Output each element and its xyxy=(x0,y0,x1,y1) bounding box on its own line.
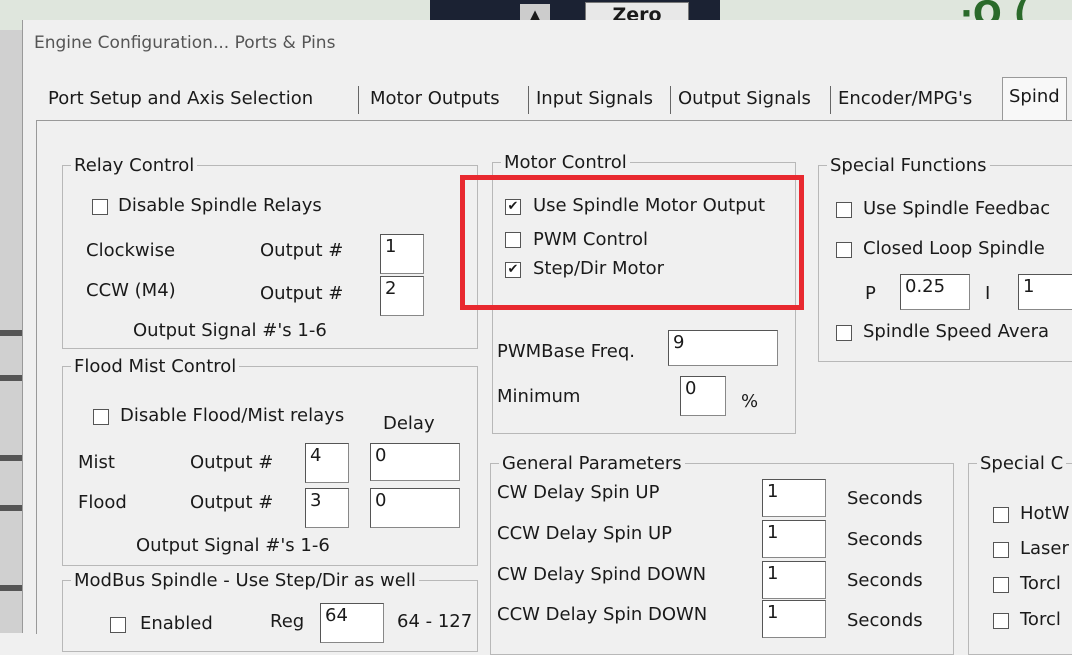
ccw-output-field[interactable]: 2 xyxy=(380,276,424,316)
tab-separator xyxy=(528,86,529,114)
flood-delay-field[interactable]: 0 xyxy=(370,488,460,528)
mist-output-label: Output # xyxy=(190,452,274,473)
minimum-field[interactable]: 0 xyxy=(680,376,726,416)
flood-output-field[interactable]: 3 xyxy=(305,488,349,528)
cw-output-label: Output # xyxy=(260,240,344,261)
clockwise-label: Clockwise xyxy=(86,240,176,261)
general-row-label: CCW Delay Spin UP xyxy=(497,523,673,544)
modbus-enabled-checkbox[interactable] xyxy=(110,617,126,633)
flood-output-label: Output # xyxy=(190,492,274,513)
background-stripe xyxy=(0,330,22,336)
relay-output-note: Output Signal #'s 1-6 xyxy=(133,320,327,341)
modbus-enabled-label: Enabled xyxy=(140,613,213,634)
tab-strip: Port Setup and Axis Selection Motor Outp… xyxy=(36,77,1072,120)
general-row-field[interactable]: 1 xyxy=(762,600,826,638)
percent-label: % xyxy=(741,391,759,412)
modbus-reg-label: Reg xyxy=(270,611,305,632)
special-functions-title: Special Functions xyxy=(830,155,987,176)
pwm-base-freq-field[interactable]: 9 xyxy=(668,330,778,366)
closed-loop-spindle-checkbox[interactable] xyxy=(836,242,852,258)
tab-input-signals[interactable]: Input Signals xyxy=(530,80,659,118)
background-stripe xyxy=(0,505,22,511)
background-stripe xyxy=(0,455,22,461)
general-row-label: CCW Delay Spin DOWN xyxy=(497,604,708,625)
p-gain-field[interactable]: 0.25 xyxy=(900,274,970,310)
general-row-field[interactable]: 1 xyxy=(762,520,826,558)
special-c-checkbox[interactable] xyxy=(993,577,1009,593)
special-c-title: Special C xyxy=(980,453,1064,474)
general-row-unit: Seconds xyxy=(847,570,923,591)
special-c-item: Torcl xyxy=(1020,573,1061,594)
background-stripe xyxy=(0,585,22,591)
general-row-label: CW Delay Spin UP xyxy=(497,482,660,503)
general-row-label: CW Delay Spind DOWN xyxy=(497,564,707,585)
minimum-label: Minimum xyxy=(497,386,581,407)
general-row-unit: Seconds xyxy=(847,488,923,509)
use-spindle-feedback-checkbox[interactable] xyxy=(836,202,852,218)
special-c-item: Torcl xyxy=(1020,609,1061,630)
tab-spindle[interactable]: Spind xyxy=(1002,77,1067,120)
p-gain-label: P xyxy=(865,283,876,304)
flood-label: Flood xyxy=(78,492,127,513)
spindle-speed-avg-checkbox[interactable] xyxy=(836,325,852,341)
delay-label: Delay xyxy=(383,413,435,434)
background-stripe xyxy=(0,375,22,381)
ccw-label: CCW (M4) xyxy=(86,280,176,301)
disable-flood-mist-checkbox[interactable] xyxy=(93,409,109,425)
i-gain-field[interactable]: 1 xyxy=(1018,274,1072,310)
tab-port-setup[interactable]: Port Setup and Axis Selection xyxy=(42,80,319,118)
dialog-title: Engine Configuration... Ports & Pins xyxy=(34,33,336,53)
pwm-base-freq-label: PWMBase Freq. xyxy=(497,341,636,362)
highlight-box xyxy=(460,175,804,310)
tab-output-signals[interactable]: Output Signals xyxy=(672,80,817,118)
motor-control-title: Motor Control xyxy=(504,152,627,173)
general-row-unit: Seconds xyxy=(847,529,923,550)
general-row-unit: Seconds xyxy=(847,610,923,631)
use-spindle-feedback-label: Use Spindle Feedbac xyxy=(863,198,1051,219)
mist-output-field[interactable]: 4 xyxy=(305,443,349,483)
disable-flood-mist-label: Disable Flood/Mist relays xyxy=(120,405,345,426)
special-c-item: HotW xyxy=(1020,503,1070,524)
modbus-title: ModBus Spindle - Use Step/Dir as well xyxy=(74,570,416,591)
disable-spindle-relays-checkbox[interactable] xyxy=(92,199,108,215)
modbus-reg-field[interactable]: 64 xyxy=(320,603,384,643)
tab-separator xyxy=(358,86,359,114)
general-parameters-title: General Parameters xyxy=(502,453,682,474)
special-c-item: Laser xyxy=(1020,538,1069,559)
flood-output-note: Output Signal #'s 1-6 xyxy=(136,535,330,556)
disable-spindle-relays-label: Disable Spindle Relays xyxy=(118,195,322,216)
mist-label: Mist xyxy=(78,452,115,473)
special-c-checkbox[interactable] xyxy=(993,542,1009,558)
general-row-field[interactable]: 1 xyxy=(762,479,826,517)
ccw-output-label: Output # xyxy=(260,283,344,304)
tab-encoder-mpg[interactable]: Encoder/MPG's xyxy=(832,80,978,118)
flood-mist-title: Flood Mist Control xyxy=(74,356,237,377)
modbus-range-label: 64 - 127 xyxy=(397,611,473,632)
cw-output-field[interactable]: 1 xyxy=(380,234,424,274)
general-row-field[interactable]: 1 xyxy=(762,561,826,599)
tab-motor-outputs[interactable]: Motor Outputs xyxy=(364,80,506,118)
special-c-checkbox[interactable] xyxy=(993,507,1009,523)
closed-loop-spindle-label: Closed Loop Spindle xyxy=(863,238,1045,259)
special-c-checkbox[interactable] xyxy=(993,613,1009,629)
relay-control-title: Relay Control xyxy=(74,155,195,176)
tab-separator xyxy=(670,86,671,114)
i-gain-label: I xyxy=(985,283,991,304)
spindle-speed-avg-label: Spindle Speed Avera xyxy=(863,321,1050,342)
mist-delay-field[interactable]: 0 xyxy=(370,443,460,481)
tab-separator xyxy=(830,86,831,114)
